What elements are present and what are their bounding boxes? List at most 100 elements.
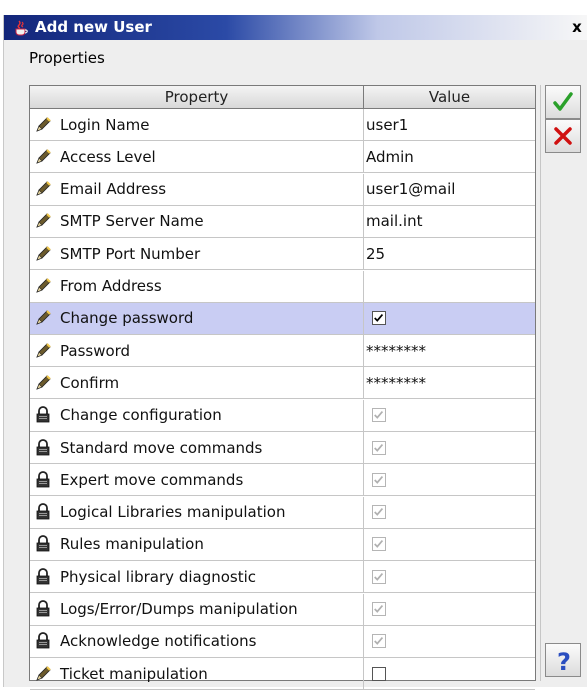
property-cell[interactable]: Logical Libraries manipulation	[30, 496, 364, 528]
property-label: Change configuration	[60, 406, 222, 425]
property-label: Logs/Error/Dumps manipulation	[60, 600, 298, 618]
value-cell[interactable]: user1@mail	[364, 174, 535, 205]
value-cell	[364, 497, 535, 528]
value-cell[interactable]: user1	[364, 109, 535, 140]
property-label: Confirm	[60, 373, 120, 392]
property-cell[interactable]: Physical library diagnostic	[30, 561, 364, 593]
value-cell[interactable]	[364, 658, 535, 689]
property-label: Acknowledge notifications	[60, 632, 257, 651]
value-cell	[364, 432, 535, 463]
property-cell[interactable]: From Address	[30, 270, 364, 302]
property-label: Physical library diagnostic	[60, 567, 257, 586]
pencil-icon	[34, 245, 52, 263]
table-row[interactable]: Password ********	[30, 335, 535, 368]
help-button[interactable]: ?	[545, 643, 581, 677]
value-cell[interactable]	[364, 302, 535, 334]
property-cell[interactable]: Login Name	[30, 109, 364, 140]
property-cell[interactable]: Ticket manipulation	[30, 658, 364, 690]
property-cell[interactable]: Expert move commands	[30, 464, 364, 496]
title-bar[interactable]: Add new User x	[4, 15, 587, 40]
value-cell[interactable]: mail.int	[364, 206, 535, 237]
table-row[interactable]: Confirm ********	[30, 367, 535, 400]
value-cell[interactable]	[364, 271, 535, 302]
ok-button[interactable]	[545, 85, 581, 119]
permission-checkbox[interactable]	[372, 666, 386, 681]
table-row[interactable]: Ticket manipulation	[30, 658, 535, 690]
action-button-column: ?	[540, 85, 587, 681]
table-row[interactable]: Logical Libraries manipulation	[30, 496, 535, 529]
value-cell	[364, 594, 535, 625]
table-header: Property Value	[30, 86, 535, 109]
table-row[interactable]: Change password	[30, 302, 535, 335]
lock-icon	[34, 600, 52, 618]
permission-checkbox	[372, 505, 386, 520]
pencil-icon	[34, 148, 52, 166]
close-button[interactable]: x	[568, 19, 586, 36]
table-row[interactable]: Email Address user1@mail	[30, 173, 535, 206]
table-row[interactable]: Access Level Admin	[30, 141, 535, 174]
table-row[interactable]: Expert move commands	[30, 464, 535, 497]
cancel-button[interactable]	[545, 119, 581, 153]
property-cell[interactable]: Access Level	[30, 141, 364, 173]
property-cell[interactable]: Email Address	[30, 173, 364, 205]
property-cell[interactable]: Change configuration	[30, 399, 364, 431]
permission-checkbox[interactable]	[372, 311, 386, 326]
property-cell[interactable]: Standard move commands	[30, 432, 364, 463]
java-cup-icon	[15, 20, 28, 36]
permission-checkbox	[372, 408, 386, 423]
property-value[interactable]: Admin	[366, 148, 414, 166]
property-value[interactable]: user1@mail	[366, 180, 455, 198]
pencil-icon	[34, 212, 52, 230]
value-cell[interactable]: ********	[364, 335, 535, 366]
property-label: Change password	[60, 309, 194, 328]
property-label: Access Level	[60, 147, 156, 166]
property-cell[interactable]: Logs/Error/Dumps manipulation	[30, 593, 364, 625]
property-column-header[interactable]: Property	[30, 86, 364, 108]
property-cell[interactable]: Confirm	[30, 367, 364, 399]
property-cell[interactable]: Rules manipulation	[30, 528, 364, 560]
permission-checkbox	[372, 472, 386, 487]
pencil-icon	[34, 374, 52, 392]
property-cell[interactable]: Acknowledge notifications	[30, 625, 364, 657]
table-row[interactable]: SMTP Server Name mail.int	[30, 205, 535, 238]
table-row[interactable]: Rules manipulation	[30, 528, 535, 561]
property-value[interactable]: ********	[366, 374, 426, 392]
property-value[interactable]: ********	[366, 342, 426, 360]
property-cell[interactable]: Change password	[30, 302, 364, 334]
pencil-icon	[34, 277, 52, 295]
property-cell[interactable]: SMTP Port Number	[30, 238, 364, 270]
pencil-icon	[34, 342, 52, 360]
table-row[interactable]: Logs/Error/Dumps manipulation	[30, 593, 535, 626]
properties-label: Properties	[29, 49, 105, 67]
property-label: From Address	[60, 277, 162, 295]
permission-checkbox	[372, 602, 386, 616]
value-cell	[364, 464, 535, 495]
value-column-header[interactable]: Value	[364, 86, 535, 108]
pencil-icon	[34, 665, 52, 683]
property-label: Rules manipulation	[60, 535, 204, 554]
value-cell[interactable]: Admin	[364, 141, 535, 172]
table-row[interactable]: Change configuration	[30, 399, 535, 432]
property-value[interactable]: user1	[366, 116, 408, 134]
value-cell	[364, 561, 535, 592]
question-mark-icon: ?	[557, 648, 571, 673]
property-value[interactable]: 25	[366, 245, 385, 263]
table-row[interactable]: Login Name user1	[30, 109, 535, 141]
table-row[interactable]: SMTP Port Number 25	[30, 238, 535, 271]
table-row[interactable]: Standard move commands	[30, 432, 535, 464]
property-cell[interactable]: Password	[30, 335, 364, 367]
table-row[interactable]: Acknowledge notifications	[30, 625, 535, 658]
lock-icon	[34, 567, 52, 586]
value-cell[interactable]: ********	[364, 367, 535, 398]
property-value[interactable]: mail.int	[366, 212, 422, 230]
lock-icon	[34, 632, 52, 650]
lock-icon	[34, 503, 52, 521]
value-cell[interactable]: 25	[364, 238, 535, 269]
value-cell	[364, 400, 535, 431]
property-cell[interactable]: SMTP Server Name	[30, 205, 364, 237]
table-row[interactable]: From Address	[30, 270, 535, 303]
value-cell	[364, 529, 535, 560]
lock-icon	[34, 535, 52, 553]
table-row[interactable]: Physical library diagnostic	[30, 561, 535, 594]
checkmark-icon	[553, 92, 573, 111]
